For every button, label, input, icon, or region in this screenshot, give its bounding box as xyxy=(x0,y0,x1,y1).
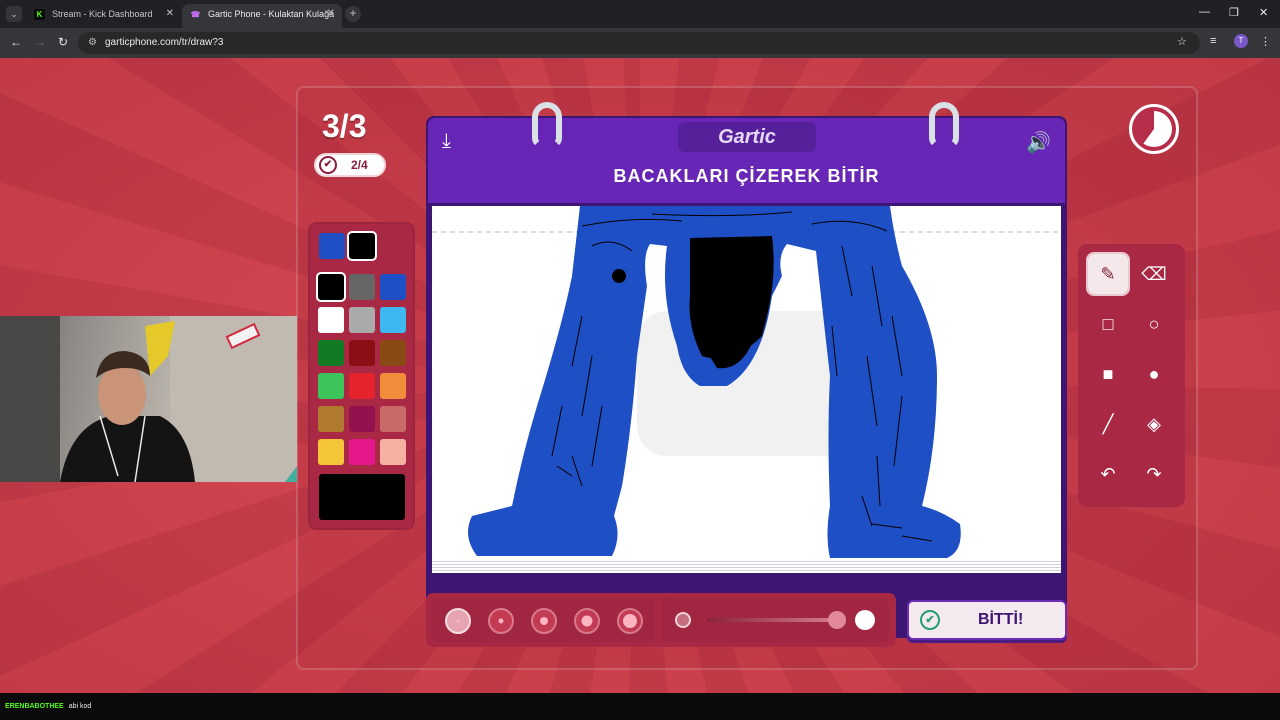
rectangle-filled-icon[interactable]: ■ xyxy=(1088,354,1128,394)
round-counter: 3/3 xyxy=(322,108,367,144)
done-button[interactable]: ✔ BİTTİ! xyxy=(907,600,1067,640)
binder-ring-right xyxy=(929,102,959,148)
close-tab-icon[interactable]: ✕ xyxy=(166,4,174,24)
color-swatch[interactable] xyxy=(318,307,344,333)
timer-fill xyxy=(1136,111,1172,147)
url-field[interactable]: ⚙ garticphone.com/tr/draw?3 xyxy=(78,32,1200,54)
kick-icon: K xyxy=(34,9,45,20)
check-icon: ✔ xyxy=(920,610,940,630)
rectangle-outline-icon[interactable]: □ xyxy=(1088,304,1128,344)
back-icon[interactable]: ← xyxy=(10,35,22,49)
restore-icon[interactable]: ❐ xyxy=(1229,6,1239,19)
color-swatch[interactable] xyxy=(380,307,406,333)
new-tab-button[interactable]: + xyxy=(345,6,361,22)
brush-size-5[interactable] xyxy=(617,608,643,634)
tab-title: Gartic Phone - Kulaktan Kulağa xyxy=(208,9,335,19)
close-window-icon[interactable]: ✕ xyxy=(1259,6,1268,19)
url-text: garticphone.com/tr/draw?3 xyxy=(105,37,224,48)
color-swatch[interactable] xyxy=(349,274,375,300)
forward-icon[interactable]: → xyxy=(34,35,46,49)
brush-size-3[interactable] xyxy=(531,608,557,634)
full-opacity-icon xyxy=(855,610,875,630)
drawing-canvas[interactable] xyxy=(432,206,1061,562)
color-swatch[interactable] xyxy=(349,373,375,399)
color-swatch[interactable] xyxy=(380,439,406,465)
check-icon: ✔ xyxy=(319,156,337,174)
undo-icon[interactable]: ↶ xyxy=(1088,454,1128,494)
gartic-icon: ☎ xyxy=(190,10,201,19)
board-header: ⤓ Gartic 🔊 BACAKLARI ÇİZEREK BİTİR xyxy=(428,118,1065,203)
reload-icon[interactable]: ↻ xyxy=(58,35,68,49)
tool-panel: ✎ ⌫ □ ○ ■ ● ╱ ◈ ↶ ↷ xyxy=(1078,244,1185,507)
chat-username: ERENBABOTHEE xyxy=(5,703,64,710)
minimize-icon[interactable]: — xyxy=(1199,6,1210,18)
players-done-badge: ✔ 2/4 xyxy=(314,153,386,177)
primary-color-swatch[interactable] xyxy=(319,233,345,259)
sound-icon[interactable]: 🔊 xyxy=(1026,130,1051,155)
color-swatch[interactable] xyxy=(380,373,406,399)
drawing-svg xyxy=(432,206,1061,558)
current-color-preview xyxy=(319,474,405,520)
color-swatch[interactable] xyxy=(316,272,346,302)
profile-avatar[interactable]: T xyxy=(1234,34,1248,48)
color-swatch[interactable] xyxy=(349,340,375,366)
brush-settings xyxy=(426,593,896,647)
binder-ring-left xyxy=(532,102,562,148)
line-icon[interactable]: ╱ xyxy=(1088,404,1128,444)
brush-size-2[interactable] xyxy=(488,608,514,634)
color-swatch[interactable] xyxy=(380,274,406,300)
tab-title: Stream - Kick Dashboard xyxy=(52,9,153,19)
color-swatch[interactable] xyxy=(349,307,375,333)
color-swatch[interactable] xyxy=(380,340,406,366)
tab-kick-dashboard[interactable]: K Stream - Kick Dashboard ✕ xyxy=(26,4,181,28)
download-icon[interactable]: ⤓ xyxy=(442,130,451,153)
color-swatch[interactable] xyxy=(318,340,344,366)
address-bar-row: ← → ↻ ⚙ garticphone.com/tr/draw?3 ☆ ≡ ⋮ xyxy=(0,28,1280,58)
chat-message: abi kod xyxy=(68,703,92,710)
circle-filled-icon[interactable]: ● xyxy=(1134,354,1174,394)
notebook-pages xyxy=(432,559,1061,573)
color-swatch[interactable] xyxy=(349,406,375,432)
bookmark-star-icon[interactable]: ☆ xyxy=(1177,35,1187,48)
pencil-icon[interactable]: ✎ xyxy=(1086,252,1130,296)
opacity-track[interactable] xyxy=(707,618,837,622)
redo-icon[interactable]: ↷ xyxy=(1134,454,1174,494)
opacity-slider[interactable] xyxy=(662,598,889,642)
timer-icon xyxy=(1129,104,1179,154)
players-done-count: 2/4 xyxy=(351,158,368,172)
color-swatch[interactable] xyxy=(380,406,406,432)
color-swatch[interactable] xyxy=(349,439,375,465)
menu-icon[interactable]: ⋮ xyxy=(1260,35,1271,48)
tab-gartic-phone[interactable]: ☎ Gartic Phone - Kulaktan Kulağa ✕ xyxy=(182,4,342,28)
brush-size-4[interactable] xyxy=(574,608,600,634)
browser-tab-bar: ⌄ K Stream - Kick Dashboard ✕ ☎ Gartic P… xyxy=(0,0,1280,28)
opacity-thumb[interactable] xyxy=(828,611,846,629)
color-swatch[interactable] xyxy=(318,406,344,432)
game-stage: 3/3 ✔ 2/4 ⤓ Gartic 🔊 BACAKLARI ÇİZEREK B… xyxy=(0,58,1280,693)
low-opacity-icon xyxy=(675,612,691,628)
color-swatch[interactable] xyxy=(318,373,344,399)
tab-search-button[interactable]: ⌄ xyxy=(6,6,22,22)
color-swatch[interactable] xyxy=(318,439,344,465)
drawing-dot xyxy=(612,269,626,283)
done-label: BİTTİ! xyxy=(978,611,1024,628)
brush-size-1[interactable] xyxy=(445,608,471,634)
secondary-color-swatch[interactable] xyxy=(347,231,377,261)
circle-outline-icon[interactable]: ○ xyxy=(1134,304,1174,344)
site-info-icon[interactable]: ⚙ xyxy=(88,32,97,54)
media-controls-icon[interactable]: ≡ xyxy=(1210,35,1216,47)
color-palette xyxy=(308,222,415,530)
close-tab-icon[interactable]: ✕ xyxy=(327,4,335,24)
drawing-prompt: BACAKLARI ÇİZEREK BİTİR xyxy=(613,166,880,186)
drawing-board: ⤓ Gartic 🔊 BACAKLARI ÇİZEREK BİTİR xyxy=(426,102,1067,638)
stream-chat-bar: ERENBABOTHEE abi kod xyxy=(0,693,1280,720)
bucket-icon[interactable]: ◈ xyxy=(1134,404,1174,444)
webcam-image xyxy=(0,316,297,482)
webcam-overlay xyxy=(0,316,297,482)
eraser-icon[interactable]: ⌫ xyxy=(1134,254,1174,294)
brush-size-group xyxy=(431,598,655,642)
gartic-logo: Gartic xyxy=(678,122,816,152)
